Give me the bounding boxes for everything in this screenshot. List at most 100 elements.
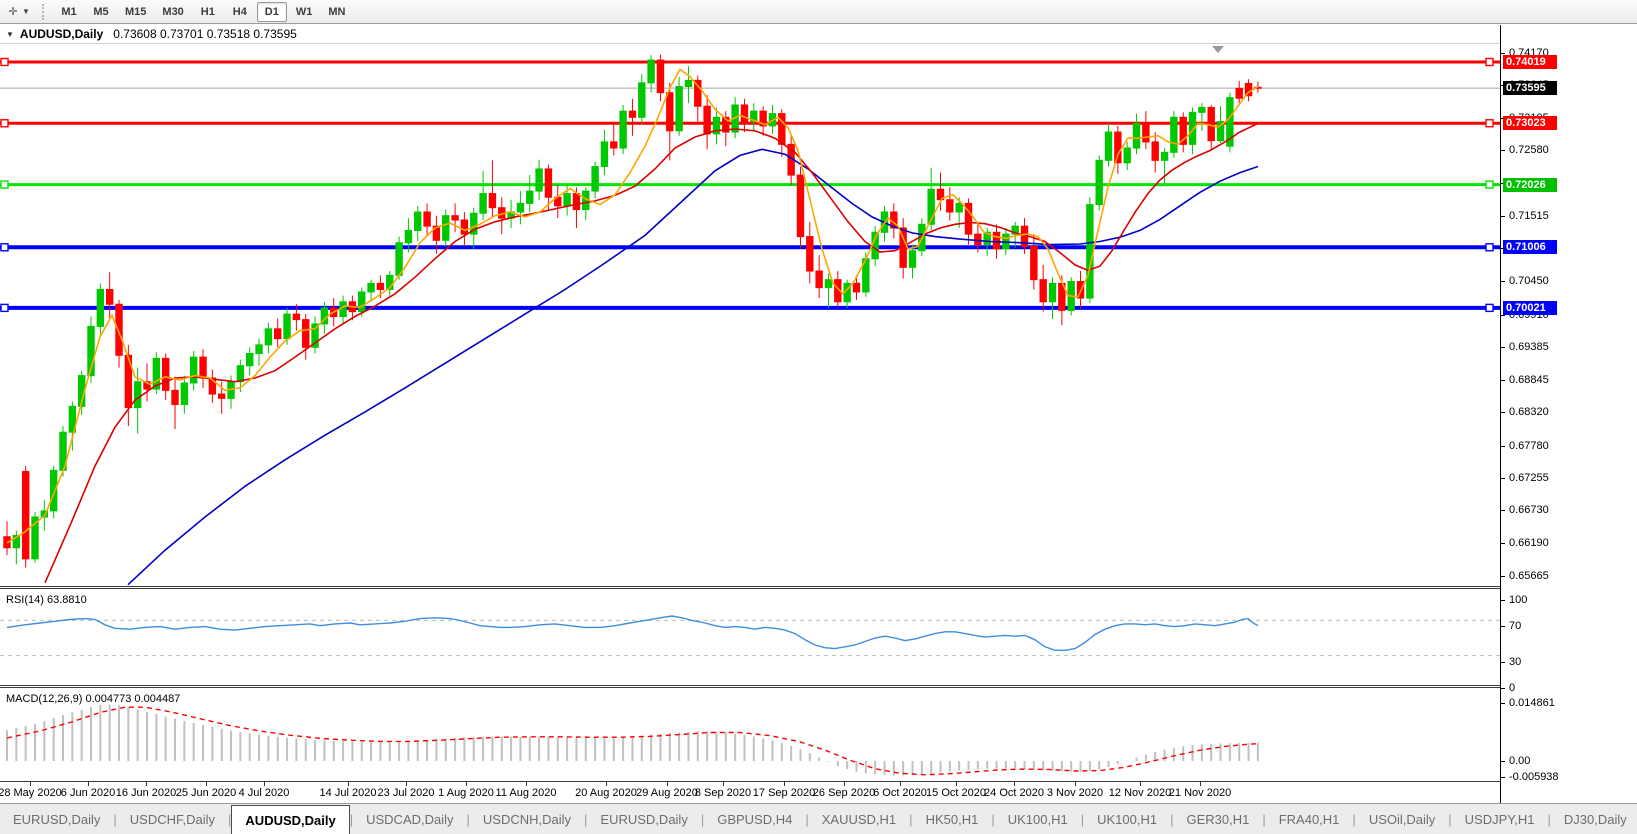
chart-title-bar: ▼ AUDUSD,Daily 0.73608 0.73701 0.73518 0…: [0, 25, 1500, 44]
date-tick-mark: [1014, 782, 1015, 786]
timeframe-button-w1[interactable]: W1: [289, 2, 320, 22]
line-anchor-handle[interactable]: [1486, 120, 1493, 127]
candle-body: [947, 200, 953, 212]
date-label: 17 Sep 2020: [753, 787, 815, 799]
date-label: 8 Sep 2020: [695, 787, 751, 799]
candle-body: [368, 283, 374, 292]
chart-tab-eurusd-daily[interactable]: EURUSD,Daily: [0, 804, 113, 834]
chart-tab-usdcad-daily[interactable]: USDCAD,Daily: [353, 804, 466, 834]
chart-tab-gbpusd-h4[interactable]: GBPUSD,H4: [704, 804, 805, 834]
timeframe-button-m1[interactable]: M1: [54, 2, 84, 22]
rsi-tick-mark: [1501, 662, 1505, 663]
chart-tab-uk100-h1[interactable]: UK100,H1: [1084, 804, 1170, 834]
price-tick-label: 0.70450: [1509, 275, 1549, 287]
candle-body: [1105, 132, 1111, 160]
candle-body: [134, 382, 140, 408]
candle-body: [265, 329, 271, 345]
candle-body: [639, 83, 645, 117]
chart-tab-usdcnh-daily[interactable]: USDCNH,Daily: [470, 804, 584, 834]
timeframe-button-m15[interactable]: M15: [118, 2, 153, 22]
line-anchor-handle[interactable]: [1, 244, 8, 251]
time-axis[interactable]: 28 May 20206 Jun 202016 Jun 202025 Jun 2…: [0, 782, 1500, 803]
line-anchor-handle[interactable]: [1486, 304, 1493, 311]
chart-shift-marker-icon[interactable]: [1212, 46, 1224, 53]
price-tick-label: 0.65665: [1509, 570, 1549, 582]
timeframe-button-d1[interactable]: D1: [257, 2, 287, 22]
line-anchor-handle[interactable]: [1, 181, 8, 188]
rsi-pane[interactable]: [0, 589, 1500, 685]
date-tick-mark: [1140, 782, 1141, 786]
date-label: 21 Nov 2020: [1169, 787, 1231, 799]
chart-tab-ger30-h1[interactable]: GER30,H1: [1173, 804, 1262, 834]
candle-body: [424, 212, 430, 226]
chart-tab-xauusd-h1[interactable]: XAUUSD,H1: [809, 804, 909, 834]
candle-body: [1115, 132, 1121, 163]
chart-tab-audusd-daily[interactable]: AUDUSD,Daily: [231, 805, 349, 834]
chart-tab-fra40-h1[interactable]: FRA40,H1: [1266, 804, 1353, 834]
chart-tab-uk100-h1[interactable]: UK100,H1: [995, 804, 1081, 834]
candle-body: [219, 394, 225, 398]
candle-body: [1161, 152, 1167, 160]
price-level-badge: 0.70021: [1503, 301, 1557, 315]
timeframe-button-m5[interactable]: M5: [86, 2, 116, 22]
chart-tab-usdjpy-h1[interactable]: USDJPY,H1: [1452, 804, 1548, 834]
candle-body: [517, 203, 523, 212]
date-label: 11 Aug 2020: [496, 787, 557, 799]
date-tick-mark: [206, 782, 207, 786]
price-tick-label: 0.71515: [1509, 210, 1549, 222]
candle-body: [545, 169, 551, 197]
date-label: 1 Aug 2020: [438, 787, 494, 799]
main-price-pane[interactable]: [0, 44, 1500, 586]
candle-body: [1031, 246, 1037, 279]
line-anchor-handle[interactable]: [1, 304, 8, 311]
candle-body: [172, 390, 178, 404]
price-tick-label: 0.68320: [1509, 406, 1549, 418]
price-tick-label: 0.67780: [1509, 440, 1549, 452]
timeframe-button-h1[interactable]: H1: [193, 2, 223, 22]
symbol-dropdown-icon[interactable]: ▼: [6, 30, 14, 39]
date-tick-mark: [406, 782, 407, 786]
rsi-tick-mark: [1501, 626, 1505, 627]
date-label: 24 Oct 2020: [984, 787, 1044, 799]
chart-tab-dj30-daily[interactable]: DJ30,Daily: [1551, 804, 1637, 834]
price-tick-label: 0.67255: [1509, 472, 1549, 484]
chart-tab-usdchf-daily[interactable]: USDCHF,Daily: [117, 804, 228, 834]
chart-cursor-icon[interactable]: ✛: [4, 3, 22, 21]
chart-tab-usoil-daily[interactable]: USOil,Daily: [1356, 804, 1448, 834]
date-tick-mark: [606, 782, 607, 786]
price-tick-label: 0.66190: [1509, 537, 1549, 549]
line-anchor-handle[interactable]: [1, 59, 8, 66]
date-tick-mark: [88, 782, 89, 786]
timeframe-button-m30[interactable]: M30: [155, 2, 190, 22]
price-tick-mark: [1501, 510, 1505, 511]
candle-body: [293, 314, 299, 320]
macd-tick-mark: [1501, 761, 1505, 762]
candle-body: [50, 470, 56, 511]
line-anchor-handle[interactable]: [1486, 181, 1493, 188]
candle-body: [536, 169, 542, 191]
timeframe-button-h4[interactable]: H4: [225, 2, 255, 22]
rsi-tick-label: 100: [1509, 594, 1527, 606]
chart-ohlc-values: 0.73608 0.73701 0.73518 0.73595: [113, 27, 297, 41]
candle-body: [396, 243, 402, 276]
date-label: 20 Aug 2020: [575, 787, 637, 799]
macd-pane[interactable]: [0, 688, 1500, 781]
candle-body: [256, 345, 262, 354]
chevron-down-icon[interactable]: ▼: [22, 7, 34, 16]
chart-tab-eurusd-daily[interactable]: EURUSD,Daily: [587, 804, 700, 834]
line-anchor-handle[interactable]: [1, 120, 8, 127]
candle-body: [191, 357, 197, 383]
chart-tab-hk50-h1[interactable]: HK50,H1: [913, 804, 992, 834]
line-anchor-handle[interactable]: [1486, 244, 1493, 251]
candle-body: [611, 142, 617, 148]
date-label: 4 Jul 2020: [239, 787, 290, 799]
candle-body: [247, 353, 253, 365]
candle-body: [1087, 205, 1093, 298]
line-anchor-handle[interactable]: [1486, 59, 1493, 66]
timeframe-button-mn[interactable]: MN: [321, 2, 352, 22]
toolbar-grip[interactable]: [42, 4, 47, 20]
candle-body: [993, 232, 999, 249]
price-axis[interactable]: 0.741700.736450.731050.725800.720550.715…: [1500, 25, 1637, 803]
candle-body: [275, 329, 281, 339]
candle-body: [1143, 123, 1149, 141]
